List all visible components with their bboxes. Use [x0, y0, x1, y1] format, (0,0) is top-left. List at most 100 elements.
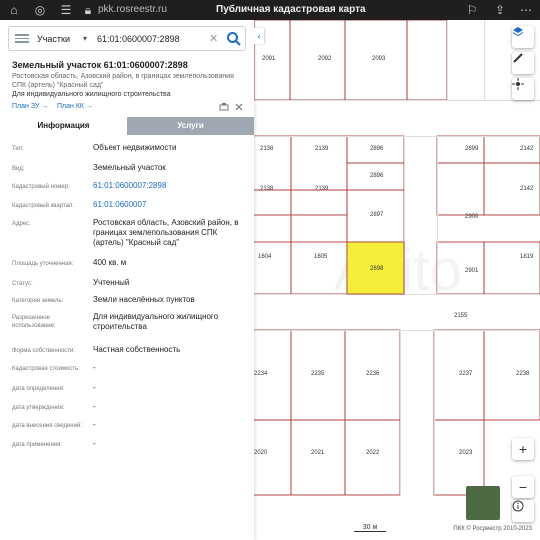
- info-row-label: Разрешенное использование:: [12, 315, 56, 329]
- info-row-label: дата применения:: [12, 442, 63, 448]
- plan-kk-link[interactable]: План КК →: [57, 103, 93, 110]
- info-row-label: дата утверждения:: [12, 405, 65, 411]
- info-row-value: -: [93, 402, 96, 411]
- road-edge: [447, 20, 448, 100]
- info-row-value: -: [93, 420, 96, 429]
- bookmark-icon[interactable]: ⚐: [464, 2, 480, 18]
- info-row-label: Вид:: [12, 166, 25, 172]
- parcel-label: 2238: [516, 371, 530, 377]
- road-edge: [400, 330, 401, 495]
- info-row-label: Форма собственности:: [12, 348, 76, 354]
- lock-icon: 🔒︎: [84, 2, 92, 17]
- parcel-label: 2235: [311, 371, 325, 377]
- parcel-label: 2142: [520, 146, 534, 152]
- object-use: Для индивидуального жилищного строительс…: [12, 91, 171, 98]
- road-edge: [254, 330, 540, 331]
- print-icon[interactable]: [219, 102, 229, 112]
- parcel-label: 2138: [260, 186, 274, 192]
- browser-bar: ⌂ ◎ ☰ 🔒︎ pkk.rosreestr.ru Публичная када…: [0, 0, 540, 20]
- info-row-value: Для индивидуального жилищного строительс…: [93, 312, 219, 331]
- page-title: Публичная кадастровая карта: [216, 4, 366, 15]
- road-edge: [484, 20, 485, 100]
- info-row-label: Статус:: [12, 281, 33, 287]
- parcel-label: 2896: [370, 173, 384, 179]
- road-edge: [437, 136, 438, 294]
- info-row-label: Тип:: [12, 146, 24, 152]
- zoom-in-button[interactable]: +: [512, 438, 534, 460]
- zoom-out-button[interactable]: −: [512, 476, 534, 498]
- collapse-panel-button[interactable]: ‹: [254, 28, 264, 44]
- tab-information[interactable]: Информация: [0, 117, 127, 135]
- layers-button[interactable]: [512, 26, 534, 48]
- parcel-label: 2155: [454, 313, 468, 319]
- info-row-value: Ростовская область, Азовский район, в гр…: [93, 218, 239, 247]
- bookmarks-icon[interactable]: ☰: [58, 2, 74, 18]
- info-row-value: -: [93, 383, 96, 392]
- info-row-value: -: [93, 439, 96, 448]
- parcel-label: 2139: [315, 146, 329, 152]
- info-row-label: дата внесения сведений:: [12, 423, 82, 429]
- parcel-label: 2139: [315, 186, 329, 192]
- info-row-value: Земли населённых пунктов: [93, 295, 195, 304]
- locate-button[interactable]: [512, 78, 534, 100]
- layers-icon: [512, 27, 524, 37]
- crosshair-icon: [512, 78, 524, 90]
- parcel-label: 1604: [258, 254, 272, 260]
- info-row-value: 400 кв. м: [93, 258, 127, 267]
- plan-zu-link[interactable]: План ЗУ →: [12, 103, 48, 110]
- address-bar[interactable]: pkk.rosreestr.ru: [98, 4, 167, 15]
- search-type-select[interactable]: Участки: [37, 34, 70, 44]
- chevron-down-icon[interactable]: ▾: [83, 34, 87, 43]
- info-row-label: Категория земель:: [12, 298, 64, 304]
- road-edge: [254, 100, 540, 101]
- search-input[interactable]: 61:01:0600007:2898: [97, 34, 180, 44]
- info-row-value[interactable]: 61:01:0600007:2898: [93, 181, 248, 191]
- scale-bar: 30 м: [354, 524, 386, 532]
- parcel-label: 2901: [465, 268, 479, 274]
- cadastral-map[interactable]: Avito 2091209220932138213928962899214221…: [254, 20, 540, 540]
- info-row-value: Частная собственность: [93, 345, 181, 354]
- road-edge: [434, 330, 435, 495]
- parcel-label: 1819: [520, 254, 534, 260]
- more-icon[interactable]: ⋯: [518, 2, 534, 18]
- road-edge: [254, 136, 540, 137]
- info-row-label: Площадь уточненная:: [12, 261, 74, 267]
- parcel-label: 2091: [262, 56, 276, 62]
- ruler-icon: [513, 53, 523, 63]
- parcel-label: 2899: [465, 146, 479, 152]
- search-bar[interactable]: Участки ▾ 61:01:0600007:2898 ✕: [8, 26, 246, 51]
- info-row-value: Земельный участок: [93, 163, 166, 172]
- parcel-label: 2138: [260, 146, 274, 152]
- home-icon[interactable]: ⌂: [6, 2, 22, 18]
- info-row-label: Кадастровый номер:: [12, 184, 70, 190]
- minimap[interactable]: [466, 486, 500, 520]
- menu-icon[interactable]: [15, 32, 29, 46]
- parcel-label: 2896: [370, 146, 384, 152]
- browser-badge-icon[interactable]: ◎: [32, 2, 48, 18]
- tab-services[interactable]: Услуги: [127, 117, 254, 135]
- info-button[interactable]: [512, 500, 534, 522]
- object-title: Земельный участок 61:01:0600007:2898: [12, 60, 188, 70]
- parcel-label: 2237: [459, 371, 473, 377]
- info-row-value: -: [93, 363, 96, 372]
- object-address: Ростовская область, Азовский район, в гр…: [12, 73, 234, 89]
- info-row-value[interactable]: 61:01:0600007: [93, 200, 248, 210]
- search-icon[interactable]: [226, 31, 242, 47]
- tab-bar: Информация Услуги: [0, 117, 254, 135]
- map-canvas[interactable]: Avito 2091209220932138213928962899214221…: [254, 20, 540, 540]
- parcel-label: 2234: [254, 371, 268, 377]
- info-row-value: Учтенный: [93, 278, 130, 287]
- info-row-label: дата определения:: [12, 386, 65, 392]
- close-icon[interactable]: [234, 102, 244, 112]
- info-row-value: Объект недвижимости: [93, 143, 177, 152]
- share-icon[interactable]: ⇪: [492, 2, 508, 18]
- info-row-label: Адрес:: [12, 221, 31, 227]
- parcel-label: 2021: [311, 450, 325, 456]
- parcel-label: 2142: [520, 186, 534, 192]
- parcel-label: 2898: [370, 266, 384, 272]
- parcel-label: 2897: [370, 212, 384, 218]
- parcel-label: 2092: [318, 56, 332, 62]
- clear-icon[interactable]: ✕: [209, 32, 218, 45]
- parcel-label: 2236: [366, 371, 380, 377]
- ruler-button[interactable]: [512, 52, 534, 74]
